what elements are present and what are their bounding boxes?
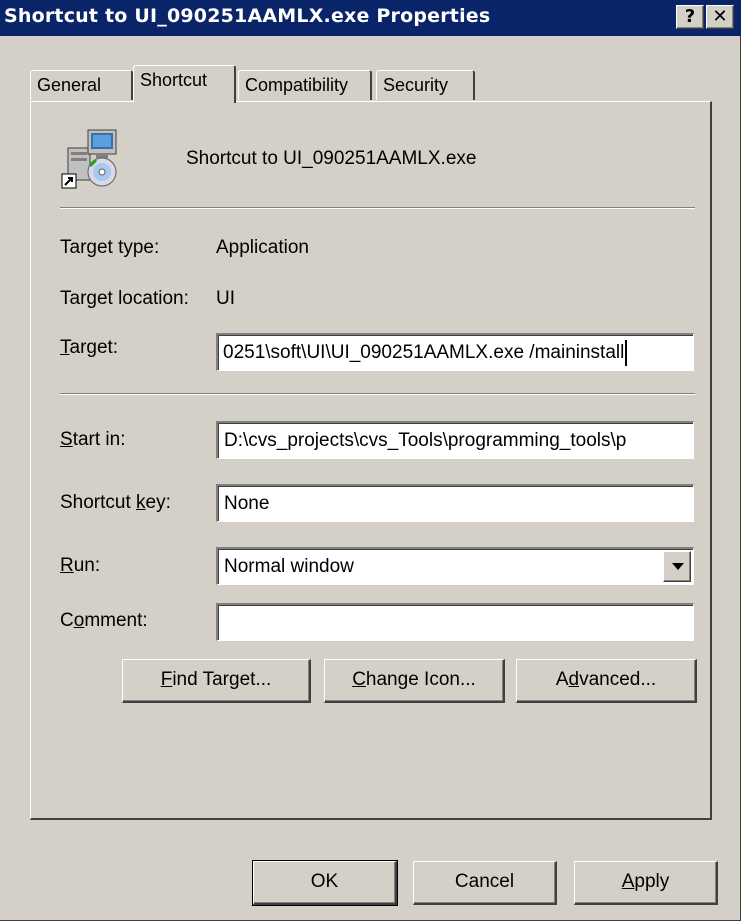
run-label: Run:: [60, 555, 101, 576]
tab-compatibility[interactable]: Compatibility: [238, 70, 372, 100]
title-bar[interactable]: Shortcut to UI_090251AAMLX.exe Propertie…: [0, 0, 741, 36]
target-location-label: Target location:: [60, 288, 189, 309]
tab-general[interactable]: General: [30, 70, 133, 100]
text-caret: [625, 339, 628, 366]
advanced-button[interactable]: Advanced...: [516, 659, 697, 703]
comment-input[interactable]: [216, 603, 694, 641]
cancel-button[interactable]: Cancel: [413, 861, 557, 905]
target-type-value: Application: [216, 237, 309, 258]
shortcut-name: Shortcut to UI_090251AAMLX.exe: [186, 148, 477, 169]
run-select[interactable]: Normal window: [216, 547, 694, 585]
tab-security[interactable]: Security: [376, 70, 475, 100]
target-input[interactable]: 0251\soft\UI\UI_090251AAMLX.exe /mainins…: [216, 333, 694, 371]
window-title: Shortcut to UI_090251AAMLX.exe Propertie…: [4, 5, 491, 27]
ok-button[interactable]: OK: [252, 860, 398, 906]
shortcut-key-input[interactable]: None: [216, 484, 694, 522]
run-selected-value: Normal window: [224, 556, 354, 577]
apply-button[interactable]: Apply: [574, 861, 718, 905]
installer-shortcut-icon: [61, 129, 117, 189]
target-location-value: UI: [216, 288, 235, 309]
separator: [60, 207, 695, 209]
shortcut-key-label: Shortcut key:: [60, 492, 171, 513]
find-target-button[interactable]: Find Target...: [122, 659, 311, 703]
properties-dialog: Shortcut to UI_090251AAMLX.exe Propertie…: [0, 0, 741, 921]
help-button[interactable]: ?: [676, 5, 704, 29]
comment-label: Comment:: [60, 610, 148, 631]
tab-shortcut[interactable]: Shortcut: [133, 65, 236, 103]
start-in-label: Start in:: [60, 429, 126, 450]
chevron-down-icon[interactable]: [663, 551, 691, 582]
start-in-input[interactable]: D:\cvs_projects\cvs_Tools\programming_to…: [216, 421, 694, 459]
target-label: Target:: [60, 337, 119, 358]
separator: [60, 393, 695, 395]
change-icon-button[interactable]: Change Icon...: [324, 659, 505, 703]
close-button[interactable]: ✕: [706, 5, 734, 29]
target-type-label: Target type:: [60, 237, 160, 258]
